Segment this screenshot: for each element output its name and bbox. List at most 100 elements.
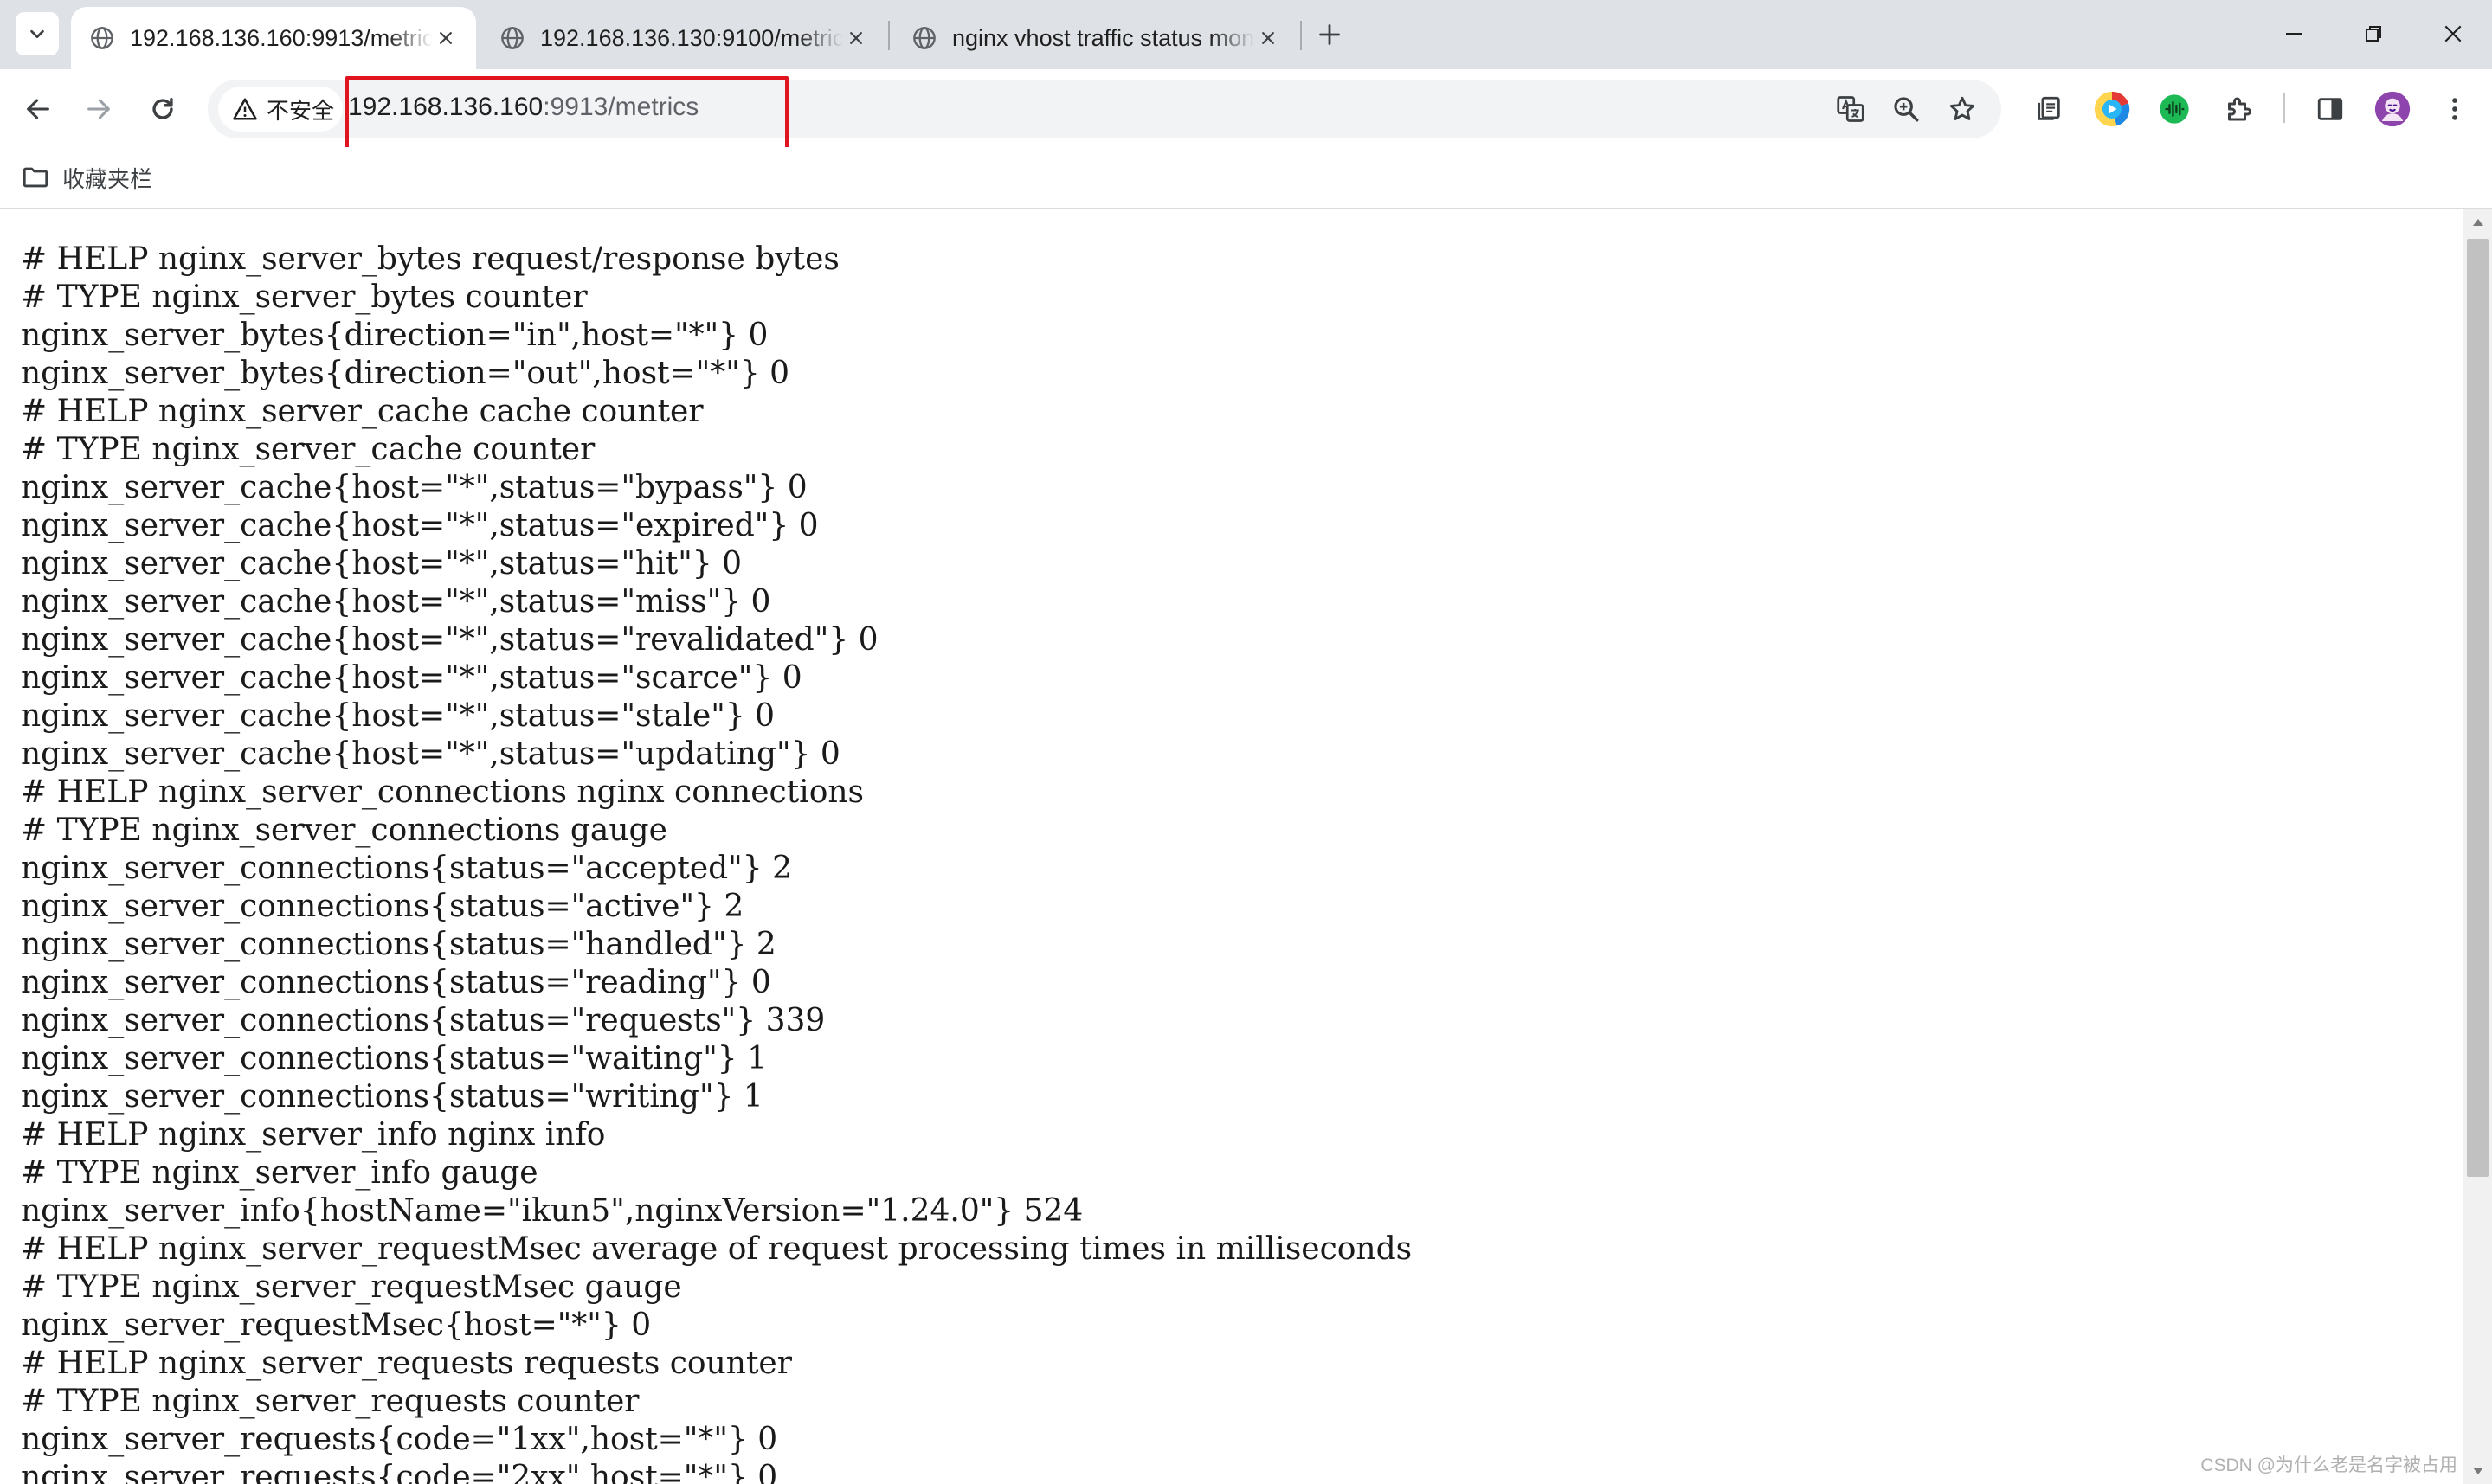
globe-icon [913,27,936,49]
metric-comment-line: # TYPE nginx_server_requests counter [21,1384,640,1419]
metric-sample-line: nginx_server_connections{status="accepte… [21,851,792,886]
metric-comment-line: # TYPE nginx_server_bytes counter [21,279,588,315]
close-icon [850,32,862,44]
close-tab-button[interactable] [1255,25,1281,51]
plus-icon [1319,24,1340,45]
zoom-icon [1894,97,1919,122]
globe-icon [91,27,113,49]
site-info-button[interactable]: 不安全 [218,87,343,132]
close-icon [440,32,452,44]
arrow-left-icon [27,99,49,119]
metric-comment-line: # TYPE nginx_server_info gauge [21,1155,538,1191]
bookmarks-bar: 收藏夹栏 [0,147,2492,209]
scroll-up-button[interactable] [2463,209,2492,235]
metric-sample-line: nginx_server_cache{host="*",status="scar… [21,660,802,696]
metric-sample-line: nginx_server_info{hostName="ikun5",nginx… [21,1193,1084,1229]
metric-comment-line: # HELP nginx_server_requestMsec average … [21,1231,1413,1267]
triangle-down-icon [2472,1468,2483,1474]
extension-green-button[interactable] [2154,88,2195,130]
page-content: # HELP nginx_server_bytes request/respon… [0,209,2463,1484]
close-tab-button[interactable] [843,25,869,51]
metric-sample-line: nginx_server_connections{status="waiting… [21,1041,768,1076]
tab-separator [888,21,890,50]
metric-sample-line: nginx_server_bytes{direction="out",host=… [21,356,790,391]
metric-comment-line: # HELP nginx_server_cache cache counter [21,394,704,429]
browser-toolbar: 不安全 192.168.136.160:9913/metrics [0,69,2492,157]
metric-sample-line: nginx_server_connections{status="writing… [21,1079,763,1115]
chevron-down-icon [30,29,44,39]
reload-button[interactable] [142,88,184,130]
extensions-button[interactable] [2218,88,2259,130]
bookmark-star-button[interactable] [1941,88,1983,130]
globe-icon [501,27,524,49]
restore-icon [2366,26,2381,42]
metric-sample-line: nginx_server_bytes{direction="in",host="… [21,318,769,353]
browser-menu-button[interactable] [2434,88,2476,130]
profile-avatar[interactable] [2372,88,2413,130]
metric-sample-line: nginx_server_connections{status="active"… [21,889,744,924]
metric-sample-line: nginx_server_requests{code="1xx",host="*… [21,1422,778,1457]
warning-icon [233,98,257,120]
zoom-button[interactable] [1885,88,1927,130]
new-tab-button[interactable] [1310,16,1349,54]
tab-metrics-160[interactable]: 192.168.136.160:9913/metrics [71,7,476,69]
metric-sample-line: nginx_server_connections{status="reading… [21,965,771,1000]
tab-strip: 192.168.136.160:9913/metrics 192.168.136… [0,0,2492,69]
translate-icon [1837,96,1864,122]
side-panel-icon [2317,98,2343,120]
tab-nginx-vhost-status[interactable]: nginx vhost traffic status monitor [893,7,1298,69]
minimize-icon [2286,33,2302,35]
tab-separator [1300,21,1302,50]
translate-button[interactable] [1830,88,1871,130]
star-icon [1949,96,1975,120]
reload-icon [152,97,173,119]
security-label: 不安全 [267,97,335,124]
metric-comment-line: # HELP nginx_server_connections nginx co… [21,774,865,810]
metric-comment-line: # HELP nginx_server_bytes request/respon… [21,241,840,277]
metric-sample-line: nginx_server_connections{status="handled… [21,927,776,962]
metric-sample-line: nginx_server_cache{host="*",status="reva… [21,622,879,658]
avatar-icon [2374,91,2411,127]
metric-sample-line: nginx_server_cache{host="*",status="stal… [21,698,776,734]
tab-title: 192.168.136.130:9100/metrics [540,24,843,51]
back-button[interactable] [17,88,59,130]
document-copy-icon [2038,96,2060,120]
scrollbar-thumb[interactable] [2467,239,2489,1177]
reading-list-button[interactable] [2028,88,2070,130]
colorful-extension-icon [2094,91,2130,127]
metric-sample-line: nginx_server_cache{host="*",status="bypa… [21,470,808,505]
metric-comment-line: # TYPE nginx_server_requestMsec gauge [21,1269,682,1305]
side-panel-button[interactable] [2309,88,2351,130]
more-vertical-icon [2452,98,2457,120]
metric-sample-line: nginx_server_cache{host="*",status="hit"… [21,546,743,581]
toolbar-divider [2283,93,2285,123]
metric-sample-line: nginx_server_cache{host="*",status="upda… [21,736,840,772]
triangle-up-icon [2472,219,2483,226]
restore-button[interactable] [2347,12,2399,55]
tab-title: 192.168.136.160:9913/metrics [130,24,433,51]
metric-comment-line: # HELP nginx_server_requests requests co… [21,1346,792,1381]
arrow-right-icon [87,99,110,119]
metric-sample-line: nginx_server_requests{code="2xx",host="*… [21,1460,778,1484]
scroll-down-button[interactable] [2463,1458,2492,1484]
minimize-button[interactable] [2268,12,2320,55]
metric-comment-line: # HELP nginx_server_info nginx info [21,1117,606,1153]
vertical-scrollbar[interactable] [2463,209,2492,1484]
close-tab-button[interactable] [433,25,459,51]
url-highlight-box [345,76,789,157]
extension-colorful-button[interactable] [2091,88,2133,130]
metric-sample-line: nginx_server_connections{status="request… [21,1003,826,1038]
metric-sample-line: nginx_server_cache{host="*",status="miss… [21,584,771,620]
watermark-text: CSDN @为什么老是名字被占用 [2200,1455,2457,1475]
puzzle-icon [2228,97,2251,121]
bookmarks-folder[interactable]: 收藏夹栏 [21,159,152,196]
forward-button[interactable] [78,88,119,130]
tab-metrics-130[interactable]: 192.168.136.130:9100/metrics [481,7,886,69]
audio-wave-icon [2160,94,2189,124]
close-icon [1262,32,1274,44]
metric-sample-line: nginx_server_cache{host="*",status="expi… [21,508,819,543]
folder-icon [23,167,48,188]
close-window-button[interactable] [2427,12,2479,55]
metrics-text: # HELP nginx_server_bytes request/respon… [0,209,2463,1484]
tab-search-button[interactable] [16,12,59,55]
